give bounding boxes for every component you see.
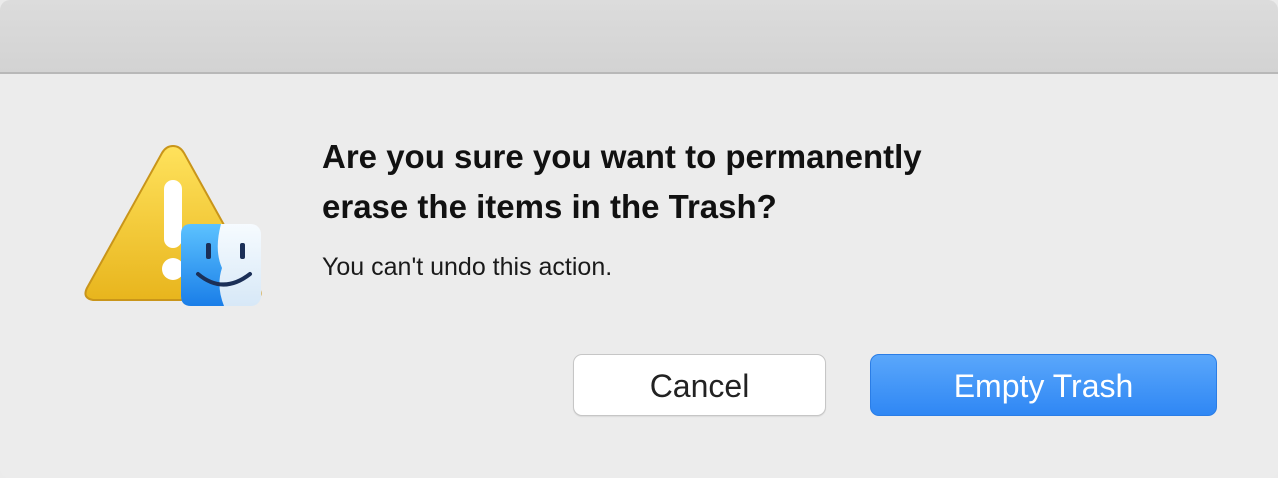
dialog-message: You can't undo this action. xyxy=(322,253,613,281)
empty-trash-button[interactable]: Empty Trash xyxy=(870,354,1217,416)
warning-triangle-icon xyxy=(84,144,262,306)
title-bar[interactable] xyxy=(0,0,1278,74)
warning-icon xyxy=(78,138,268,318)
dialog-headline: Are you sure you want to permanently era… xyxy=(322,138,922,225)
alert-dialog: Are you sure you want to permanently era… xyxy=(0,0,1278,478)
dialog-content: Are you sure you want to permanently era… xyxy=(322,132,1222,284)
finder-icon xyxy=(181,224,261,306)
cancel-button[interactable]: Cancel xyxy=(573,354,826,416)
